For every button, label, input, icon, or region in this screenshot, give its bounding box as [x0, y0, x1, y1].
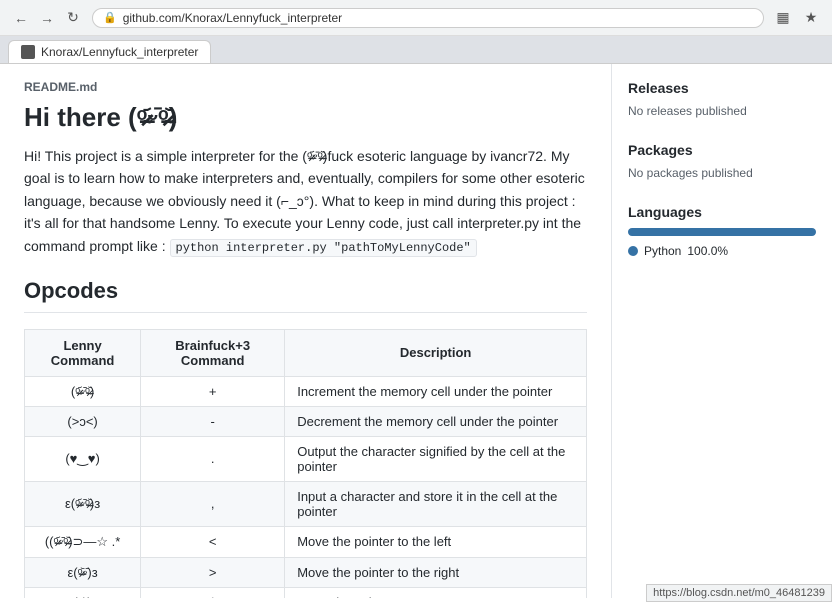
lenny-command-cell: ε(ᵒ̴̶̷᷅ᵕ̄)з — [25, 557, 141, 587]
languages-section: Languages Python 100.0% — [628, 204, 816, 258]
lenny-command-cell: (♥‿♥) — [25, 436, 141, 481]
table-row: (ᵒ̴̶̷᷄ᵕ̄ᵒ̴̶̷᷅)+Increment the memory cell… — [25, 376, 587, 406]
table-row: ε(ᵒ̴̶̷᷅ᵕ̄)з>Move the pointer to the righ… — [25, 557, 587, 587]
brainfuck-command-cell: , — [141, 481, 285, 526]
bookmark-button[interactable]: ★ — [800, 7, 822, 29]
tab-title: Knorax/Lennyfuck_interpreter — [41, 45, 198, 59]
brainfuck-command-cell: > — [141, 557, 285, 587]
address-bar[interactable]: 🔒 github.com/Knorax/Lennyfuck_interprete… — [92, 8, 764, 28]
description-cell: Output the character signified by the ce… — [285, 436, 587, 481]
col-header-lenny: Lenny Command — [25, 329, 141, 376]
releases-title: Releases — [628, 80, 816, 96]
active-tab[interactable]: Knorax/Lennyfuck_interpreter — [8, 40, 211, 63]
table-row: ((ᵒ̴̶̷᷄ᵕ̄ᵒ̴̶̷᷅)⊃—☆ .*<Move the pointer t… — [25, 526, 587, 557]
languages-title: Languages — [628, 204, 816, 220]
language-item-python: Python 100.0% — [628, 244, 816, 258]
browser-bar: ← → ↻ 🔒 github.com/Knorax/Lennyfuck_inte… — [0, 0, 832, 36]
description-cell: Move the pointer to the right — [285, 557, 587, 587]
intro-text-content: Hi! This project is a simple interpreter… — [24, 148, 585, 254]
lock-icon: 🔒 — [103, 11, 117, 24]
browser-nav: ← → ↻ — [10, 7, 84, 29]
opcodes-title: Opcodes — [24, 278, 587, 313]
packages-text: No packages published — [628, 166, 816, 180]
tab-bar: Knorax/Lennyfuck_interpreter — [0, 36, 832, 64]
brainfuck-command-cell: < — [141, 526, 285, 557]
command-code: python interpreter.py "pathToMyLennyCode… — [170, 239, 477, 257]
table-header-row: Lenny Command Brainfuck+3 Command Descri… — [25, 329, 587, 376]
python-language-dot — [628, 246, 638, 256]
page-content: README.md Hi there (ᵒ̴̶̷᷄ᵕ̄ᵒ̴̶̷᷅) Hi! Th… — [0, 64, 832, 598]
table-row: (♥‿♥).Output the character signified by … — [25, 436, 587, 481]
brainfuck-command-cell: . — [141, 436, 285, 481]
releases-section: Releases No releases published — [628, 80, 816, 118]
opcodes-tbody: (ᵒ̴̶̷᷄ᵕ̄ᵒ̴̶̷᷅)+Increment the memory cell… — [25, 376, 587, 598]
readme-label: README.md — [24, 80, 587, 94]
intro-paragraph: Hi! This project is a simple interpreter… — [24, 145, 587, 258]
brainfuck-command-cell: + — [141, 376, 285, 406]
lenny-command-cell: ((ᵒ̴̶̷᷄ᵕ̄ᵒ̴̶̷᷅)⊃—☆ .* — [25, 526, 141, 557]
address-text: github.com/Knorax/Lennyfuck_interpreter — [123, 11, 342, 25]
languages-bar — [628, 228, 816, 236]
lenny-command-cell: ε(ᵒ̴̶̷᷄ᵕ̄)з — [25, 587, 141, 598]
sidebar: Releases No releases published Packages … — [612, 64, 832, 598]
page-title: Hi there (ᵒ̴̶̷᷄ᵕ̄ᵒ̴̶̷᷅) — [24, 102, 587, 133]
description-cell: Decrement the memory cell under the poin… — [285, 406, 587, 436]
browser-actions: ▦ ★ — [772, 7, 822, 29]
python-language-name: Python — [644, 244, 681, 258]
releases-text: No releases published — [628, 104, 816, 118]
extensions-button[interactable]: ▦ — [772, 7, 794, 29]
lenny-command-cell: (ᵒ̴̶̷᷄ᵕ̄ᵒ̴̶̷᷅) — [25, 376, 141, 406]
opcodes-table: Lenny Command Brainfuck+3 Command Descri… — [24, 329, 587, 598]
python-language-percent: 100.0% — [687, 244, 728, 258]
brainfuck-command-cell: ^ — [141, 587, 285, 598]
packages-title: Packages — [628, 142, 816, 158]
main-content: README.md Hi there (ᵒ̴̶̷᷄ᵕ̄ᵒ̴̶̷᷅) Hi! Th… — [0, 64, 612, 598]
url-tooltip: https://blog.csdn.net/m0_46481239 — [646, 584, 832, 602]
lenny-command-cell: (>ↄ<) — [25, 406, 141, 436]
description-cell: Move the pointer to the left — [285, 526, 587, 557]
tab-favicon-icon — [21, 45, 35, 59]
lenny-command-cell: ε(ᵒ̴̶̷᷄ᵕ̄ᵒ̴̶̷᷅)з — [25, 481, 141, 526]
packages-section: Packages No packages published — [628, 142, 816, 180]
brainfuck-command-cell: - — [141, 406, 285, 436]
table-row: (>ↄ<)-Decrement the memory cell under th… — [25, 406, 587, 436]
description-cell: Move the pointer up — [285, 587, 587, 598]
col-header-description: Description — [285, 329, 587, 376]
table-row: ε(ᵒ̴̶̷᷄ᵕ̄)з^Move the pointer up — [25, 587, 587, 598]
col-header-brainfuck: Brainfuck+3 Command — [141, 329, 285, 376]
description-cell: Input a character and store it in the ce… — [285, 481, 587, 526]
back-button[interactable]: ← — [10, 7, 32, 29]
reload-button[interactable]: ↻ — [62, 7, 84, 29]
description-cell: Increment the memory cell under the poin… — [285, 376, 587, 406]
forward-button[interactable]: → — [36, 7, 58, 29]
table-row: ε(ᵒ̴̶̷᷄ᵕ̄ᵒ̴̶̷᷅)з,Input a character and s… — [25, 481, 587, 526]
